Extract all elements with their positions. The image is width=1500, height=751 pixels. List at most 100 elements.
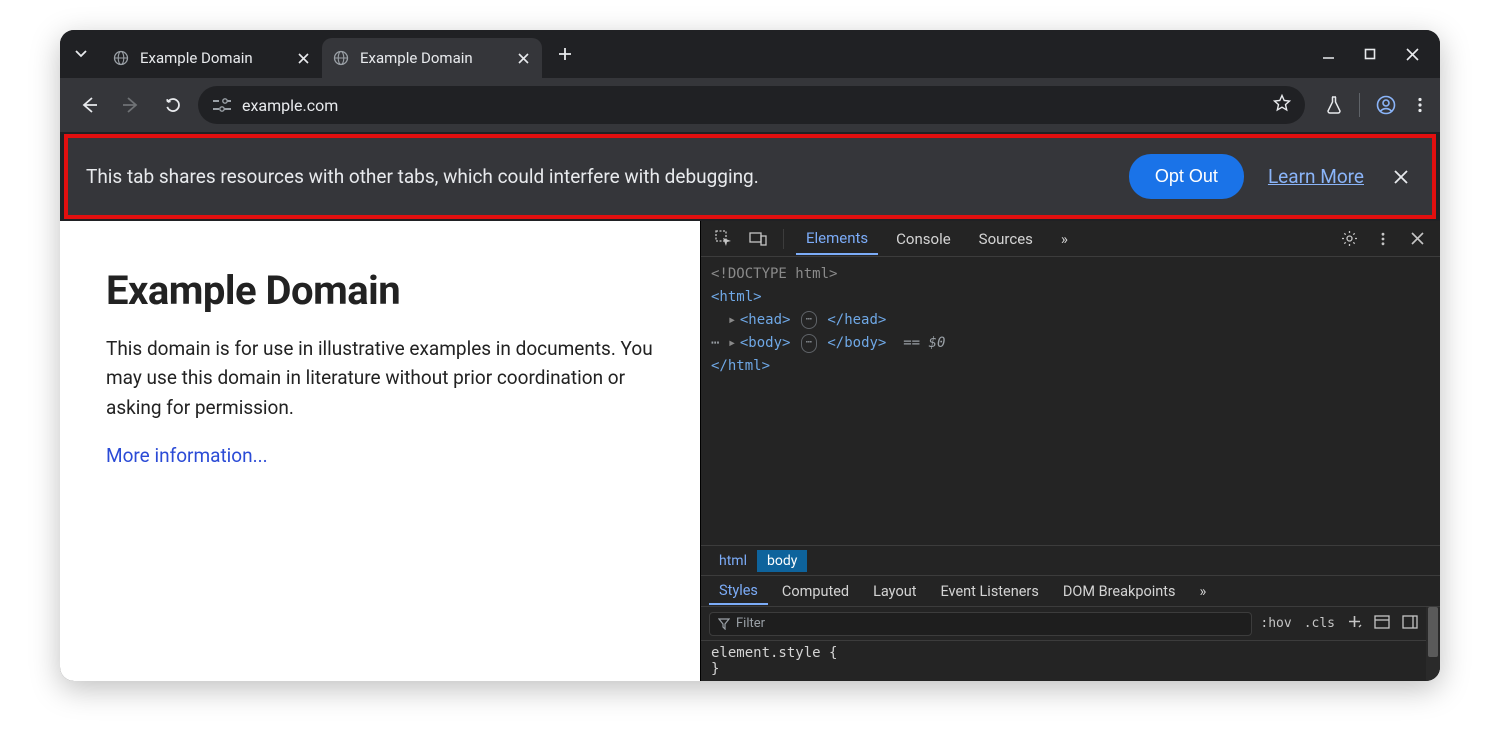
hov-toggle[interactable]: :hov — [1260, 616, 1291, 631]
sidebar-toggle-button[interactable] — [1402, 615, 1418, 633]
address-bar[interactable]: example.com — [198, 86, 1305, 124]
arrow-left-icon — [80, 96, 98, 114]
close-icon — [1411, 232, 1424, 245]
tabs-dropdown-button[interactable] — [66, 39, 96, 69]
infobar-highlight: This tab shares resources with other tab… — [64, 134, 1436, 219]
globe-icon — [112, 49, 130, 67]
devtools-close-button[interactable] — [1404, 232, 1430, 245]
filter-placeholder: Filter — [736, 616, 765, 631]
learn-more-link[interactable]: Learn More — [1268, 165, 1364, 188]
style-rule-close: } — [711, 661, 1416, 677]
close-window-button[interactable] — [1404, 48, 1420, 61]
menu-button[interactable] — [1412, 97, 1428, 113]
ellipsis-badge[interactable]: ⋯ — [801, 334, 817, 353]
kebab-icon — [1376, 232, 1390, 246]
panel-icon — [1374, 615, 1390, 629]
breadcrumb-body[interactable]: body — [757, 550, 807, 572]
maximize-icon — [1364, 48, 1376, 60]
filter-icon — [718, 618, 730, 630]
scrollbar-thumb[interactable] — [1428, 607, 1438, 657]
styles-tabbar: Styles Computed Layout Event Listeners D… — [701, 575, 1440, 607]
toolbar-right — [1325, 93, 1428, 117]
tab-active[interactable]: Example Domain — [322, 38, 542, 78]
reload-button[interactable] — [156, 88, 190, 122]
tab-elements[interactable]: Elements — [796, 223, 878, 255]
subtab-more[interactable]: » — [1190, 579, 1217, 604]
page-content: Example Domain This domain is for use in… — [60, 221, 700, 681]
flask-icon — [1325, 96, 1343, 114]
site-settings-icon[interactable] — [212, 97, 232, 113]
infobar-message: This tab shares resources with other tab… — [86, 165, 1105, 188]
star-icon — [1273, 94, 1291, 112]
selected-indicator: ⋯ — [711, 335, 719, 351]
styles-content[interactable]: element.style { } — [701, 641, 1426, 681]
minimize-icon — [1322, 48, 1335, 61]
subtab-styles[interactable]: Styles — [709, 578, 768, 605]
more-information-link[interactable]: More information... — [106, 444, 268, 467]
styles-filter-input[interactable]: Filter — [709, 612, 1252, 636]
dom-body: <body> — [740, 335, 791, 351]
sidebar-icon — [1402, 615, 1418, 629]
subtab-layout[interactable]: Layout — [863, 579, 926, 604]
device-icon — [749, 231, 767, 247]
filter-actions: :hov .cls — [1260, 614, 1418, 633]
tab-close-button[interactable] — [294, 49, 312, 67]
tab-inactive[interactable]: Example Domain — [102, 38, 322, 78]
close-icon — [1406, 48, 1419, 61]
new-tab-button[interactable] — [550, 39, 580, 69]
expand-arrow-icon[interactable]: ▸ — [728, 309, 740, 332]
content-area: Example Domain This domain is for use in… — [60, 221, 1440, 681]
scrollbar[interactable] — [1426, 607, 1440, 681]
device-button[interactable] — [745, 231, 771, 247]
tab-console[interactable]: Console — [886, 224, 961, 254]
devtools-toolbar: Elements Console Sources » — [701, 221, 1440, 257]
subtab-event-listeners[interactable]: Event Listeners — [930, 579, 1048, 604]
divider — [783, 229, 784, 249]
reload-icon — [164, 96, 182, 114]
ellipsis-badge[interactable]: ⋯ — [801, 311, 817, 330]
debug-infobar: This tab shares resources with other tab… — [68, 138, 1432, 215]
breadcrumb-html[interactable]: html — [709, 550, 757, 572]
dom-head-close: </head> — [827, 312, 886, 328]
inspect-icon — [715, 230, 733, 248]
dom-head: <head> — [740, 312, 791, 328]
forward-button[interactable] — [114, 88, 148, 122]
browser-window: Example Domain Example Domain — [60, 30, 1440, 681]
bookmark-button[interactable] — [1273, 94, 1291, 116]
new-style-button[interactable] — [1347, 614, 1362, 633]
back-button[interactable] — [72, 88, 106, 122]
tab-close-button[interactable] — [514, 49, 532, 67]
close-icon — [518, 53, 529, 64]
tab-title: Example Domain — [360, 49, 504, 67]
tab-sources[interactable]: Sources — [969, 224, 1043, 254]
minimize-button[interactable] — [1320, 48, 1336, 61]
dom-tree[interactable]: <!DOCTYPE html> <html> ▸<head> ⋯ </head>… — [701, 257, 1440, 545]
page-heading: Example Domain — [106, 267, 654, 314]
settings-button[interactable] — [1336, 230, 1362, 247]
profile-button[interactable] — [1376, 95, 1396, 115]
expand-arrow-icon[interactable]: ▸ — [728, 332, 740, 355]
devtools-panel: Elements Console Sources » <!DOCTYPE htm… — [700, 221, 1440, 681]
infobar-close-button[interactable] — [1388, 165, 1414, 189]
labs-button[interactable] — [1325, 96, 1343, 114]
window-controls — [1320, 48, 1430, 61]
tab-title: Example Domain — [140, 49, 284, 67]
subtab-computed[interactable]: Computed — [772, 579, 859, 604]
globe-icon — [332, 49, 350, 67]
plus-icon — [1347, 614, 1362, 629]
close-icon — [298, 53, 309, 64]
gear-icon — [1341, 230, 1358, 247]
cls-toggle[interactable]: .cls — [1304, 616, 1335, 631]
maximize-button[interactable] — [1362, 48, 1378, 61]
toolbar: example.com — [60, 78, 1440, 132]
close-icon — [1394, 170, 1408, 184]
devtools-menu-button[interactable] — [1370, 232, 1396, 246]
inspect-button[interactable] — [711, 230, 737, 248]
subtab-dom-breakpoints[interactable]: DOM Breakpoints — [1053, 579, 1186, 604]
selected-marker: == $0 — [903, 335, 945, 351]
dom-body-close: </body> — [827, 335, 886, 351]
opt-out-button[interactable]: Opt Out — [1129, 154, 1244, 199]
tab-more[interactable]: » — [1051, 224, 1078, 254]
computed-styles-button[interactable] — [1374, 615, 1390, 633]
tab-strip: Example Domain Example Domain — [60, 30, 1440, 78]
